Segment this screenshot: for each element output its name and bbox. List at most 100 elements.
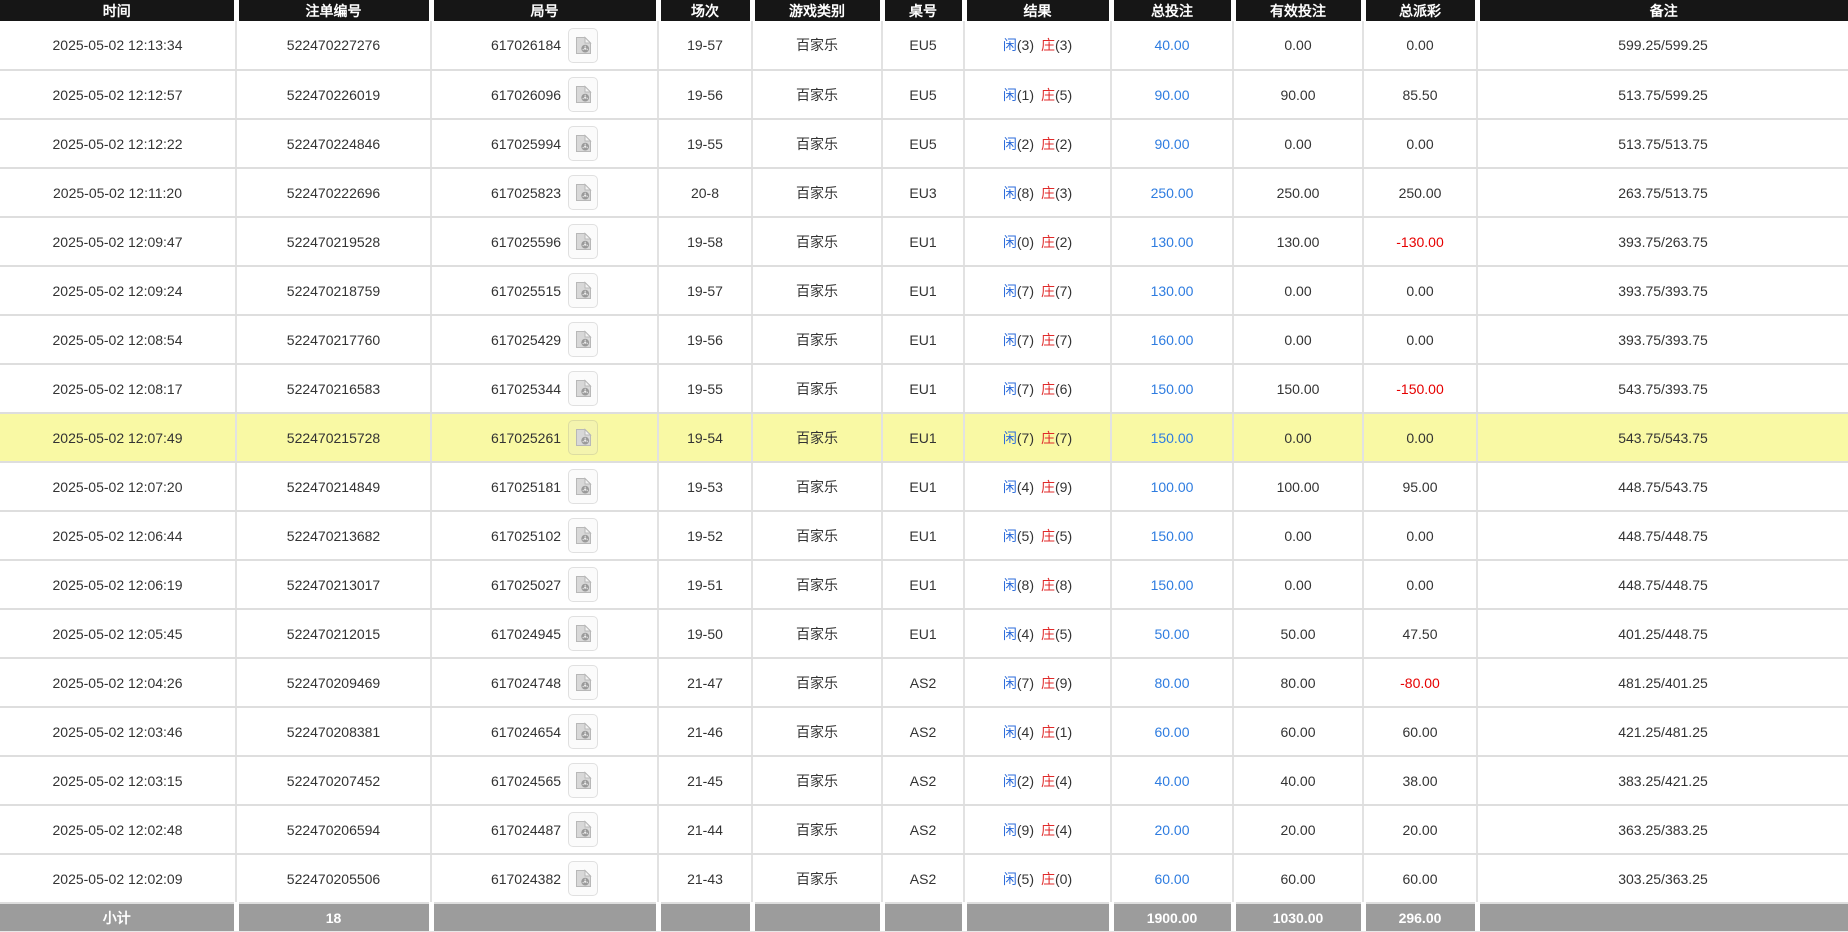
video-replay-button[interactable] xyxy=(568,420,599,455)
table-row[interactable]: 2025-05-02 12:05:45 522470212015 6170249… xyxy=(0,609,1848,659)
video-replay-button[interactable] xyxy=(568,126,599,161)
cell-table-number: EU1 xyxy=(881,462,964,512)
total-bet-link[interactable]: 130.00 xyxy=(1151,283,1194,299)
table-row[interactable]: 2025-05-02 12:11:20 522470222696 6170258… xyxy=(0,168,1848,218)
banker-result-score: (0) xyxy=(1055,870,1073,887)
total-bet-link[interactable]: 60.00 xyxy=(1154,871,1189,887)
player-result-label: 闲 xyxy=(1002,576,1017,593)
cell-remark: 599.25/599.25 xyxy=(1476,21,1848,71)
cell-payout: 60.00 xyxy=(1362,707,1477,757)
video-replay-button[interactable] xyxy=(568,175,599,210)
cell-payout: 47.50 xyxy=(1362,609,1477,659)
cell-session: 19-51 xyxy=(657,560,752,610)
player-result-label: 闲 xyxy=(1002,772,1017,789)
table-row[interactable]: 2025-05-02 12:09:24 522470218759 6170255… xyxy=(0,266,1848,316)
video-replay-button[interactable] xyxy=(568,469,599,504)
video-replay-button[interactable] xyxy=(568,273,599,308)
cell-valid-bet: 0.00 xyxy=(1232,21,1363,71)
total-bet-link[interactable]: 150.00 xyxy=(1151,381,1194,397)
round-number-text: 617024382 xyxy=(490,870,562,887)
video-replay-button[interactable] xyxy=(568,371,599,406)
video-replay-button[interactable] xyxy=(568,567,599,602)
cell-result: 闲(7) 庄(9) xyxy=(963,658,1111,708)
video-replay-button[interactable] xyxy=(568,812,599,847)
cell-result: 闲(0) 庄(2) xyxy=(963,217,1111,267)
banker-result-score: (2) xyxy=(1055,233,1073,250)
table-row[interactable]: 2025-05-02 12:13:34 522470227276 6170261… xyxy=(0,21,1848,71)
cell-total-bet: 100.00 xyxy=(1110,462,1233,512)
total-bet-link[interactable]: 60.00 xyxy=(1154,724,1189,740)
cell-result: 闲(4) 庄(9) xyxy=(963,462,1111,512)
video-replay-button[interactable] xyxy=(568,77,599,112)
total-bet-link[interactable]: 250.00 xyxy=(1151,185,1194,201)
total-bet-link[interactable]: 150.00 xyxy=(1151,577,1194,593)
table-row[interactable]: 2025-05-02 12:06:19 522470213017 6170250… xyxy=(0,560,1848,610)
cell-session: 21-47 xyxy=(657,658,752,708)
cell-time: 2025-05-02 12:03:15 xyxy=(0,756,236,806)
video-replay-button[interactable] xyxy=(568,714,599,749)
banker-result-score: (5) xyxy=(1055,625,1073,642)
banker-result-score: (7) xyxy=(1055,331,1073,348)
cell-time: 2025-05-02 12:05:45 xyxy=(0,609,236,659)
total-bet-link[interactable]: 90.00 xyxy=(1154,87,1189,103)
cell-table-number: EU3 xyxy=(881,168,964,218)
total-bet-link[interactable]: 130.00 xyxy=(1151,234,1194,250)
table-row[interactable]: 2025-05-02 12:06:44 522470213682 6170251… xyxy=(0,511,1848,561)
table-row[interactable]: 2025-05-02 12:02:09 522470205506 6170243… xyxy=(0,854,1848,904)
total-bet-link[interactable]: 150.00 xyxy=(1151,430,1194,446)
total-bet-link[interactable]: 40.00 xyxy=(1154,37,1189,53)
cell-result: 闲(4) 庄(5) xyxy=(963,609,1111,659)
cell-total-bet: 40.00 xyxy=(1110,756,1233,806)
total-bet-link[interactable]: 160.00 xyxy=(1151,332,1194,348)
total-bet-link[interactable]: 100.00 xyxy=(1151,479,1194,495)
player-result-label: 闲 xyxy=(1002,184,1017,201)
total-bet-link[interactable]: 20.00 xyxy=(1154,822,1189,838)
cell-remark: 401.25/448.75 xyxy=(1476,609,1848,659)
banker-result-score: (9) xyxy=(1055,674,1073,691)
video-file-icon xyxy=(575,281,592,299)
table-row[interactable]: 2025-05-02 12:12:22 522470224846 6170259… xyxy=(0,119,1848,169)
cell-total-bet: 20.00 xyxy=(1110,805,1233,855)
video-replay-button[interactable] xyxy=(568,322,599,357)
table-row[interactable]: 2025-05-02 12:07:49 522470215728 6170252… xyxy=(0,413,1848,463)
video-replay-button[interactable] xyxy=(568,224,599,259)
banker-result-label: 庄 xyxy=(1041,86,1055,103)
cell-round-number: 617025429 xyxy=(430,315,658,365)
cell-session: 21-44 xyxy=(657,805,752,855)
total-bet-link[interactable]: 80.00 xyxy=(1154,675,1189,691)
total-bet-link[interactable]: 150.00 xyxy=(1151,528,1194,544)
cell-payout: 60.00 xyxy=(1362,854,1477,904)
col-header-result: 结果 xyxy=(961,0,1111,21)
cell-table-number: EU1 xyxy=(881,560,964,610)
table-row[interactable]: 2025-05-02 12:07:20 522470214849 6170251… xyxy=(0,462,1848,512)
video-replay-button[interactable] xyxy=(568,518,599,553)
cell-time: 2025-05-02 12:07:49 xyxy=(0,413,236,463)
player-result-label: 闲 xyxy=(1002,233,1017,250)
table-row[interactable]: 2025-05-02 12:08:54 522470217760 6170254… xyxy=(0,315,1848,365)
cell-session: 19-54 xyxy=(657,413,752,463)
player-result-label: 闲 xyxy=(1002,870,1017,887)
table-row[interactable]: 2025-05-02 12:12:57 522470226019 6170260… xyxy=(0,70,1848,120)
video-replay-button[interactable] xyxy=(568,27,599,63)
table-row[interactable]: 2025-05-02 12:08:17 522470216583 6170253… xyxy=(0,364,1848,414)
table-row[interactable]: 2025-05-02 12:03:15 522470207452 6170245… xyxy=(0,756,1848,806)
total-bet-link[interactable]: 90.00 xyxy=(1154,136,1189,152)
total-bet-link[interactable]: 50.00 xyxy=(1154,626,1189,642)
player-result-label: 闲 xyxy=(1002,821,1017,838)
video-file-icon xyxy=(575,526,592,544)
video-replay-button[interactable] xyxy=(568,665,599,700)
table-row[interactable]: 2025-05-02 12:09:47 522470219528 6170255… xyxy=(0,217,1848,267)
player-result-score: (2) xyxy=(1016,772,1034,789)
cell-session: 19-58 xyxy=(657,217,752,267)
video-file-icon xyxy=(575,330,592,348)
table-row[interactable]: 2025-05-02 12:04:26 522470209469 6170247… xyxy=(0,658,1848,708)
cell-total-bet: 60.00 xyxy=(1110,707,1233,757)
video-replay-button[interactable] xyxy=(568,763,599,798)
player-result-score: (5) xyxy=(1016,870,1034,887)
video-replay-button[interactable] xyxy=(568,861,599,896)
table-row[interactable]: 2025-05-02 12:02:48 522470206594 6170244… xyxy=(0,805,1848,855)
cell-valid-bet: 80.00 xyxy=(1232,658,1363,708)
table-row[interactable]: 2025-05-02 12:03:46 522470208381 6170246… xyxy=(0,707,1848,757)
total-bet-link[interactable]: 40.00 xyxy=(1154,773,1189,789)
video-replay-button[interactable] xyxy=(568,616,599,651)
